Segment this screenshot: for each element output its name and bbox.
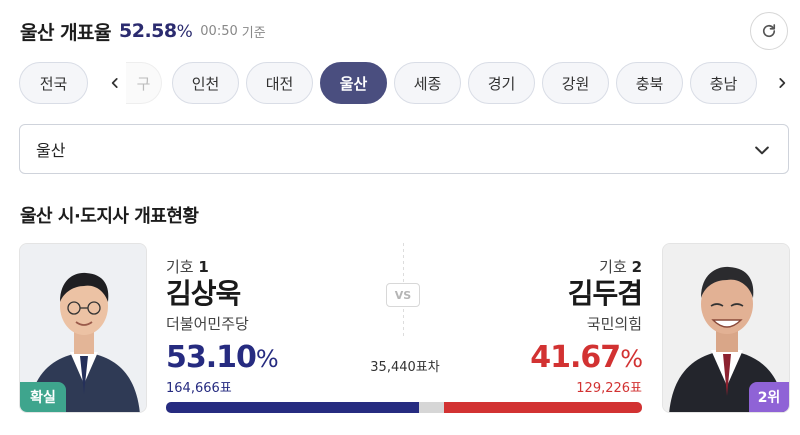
- update-time-suffix: 기준: [241, 25, 266, 41]
- region-tabs: 전국 구 인천 대전 울산 세종 경기 강원 충북 충남: [0, 60, 800, 106]
- region-chip[interactable]: 충남: [690, 62, 757, 104]
- candidate-2-percent-value: 41.67: [530, 340, 621, 375]
- region-chip[interactable]: 경기: [468, 62, 535, 104]
- candidate-1-percent: 53.10%: [166, 340, 279, 375]
- update-time: 00:50: [200, 23, 238, 39]
- region-select[interactable]: 울산: [19, 124, 789, 174]
- candidate-1-party: 더불어민주당: [166, 315, 249, 333]
- vote-share-bar-candidate-1: [166, 402, 419, 413]
- vote-share-bar: [166, 402, 642, 413]
- candidate-number-prefix: 기호: [166, 258, 194, 276]
- region-chip-national[interactable]: 전국: [19, 62, 88, 104]
- candidate-2-name: 김두겸: [567, 277, 643, 310]
- header: 울산 개표율 52.58% 00:50 기준: [20, 14, 266, 48]
- region-chip[interactable]: 인천: [172, 62, 239, 104]
- region-select-value: 울산: [36, 141, 66, 160]
- candidate-2-party: 국민의힘: [586, 315, 642, 333]
- vote-difference: 35,440표차: [370, 360, 440, 375]
- candidate-2-percent: 41.67%: [530, 340, 643, 375]
- percent-unit: %: [255, 345, 279, 373]
- count-rate: 52.58%: [119, 20, 193, 42]
- confirmed-badge: 확실: [20, 382, 66, 412]
- chevron-left-icon: [111, 78, 118, 88]
- count-rate-value: 52.58: [119, 20, 177, 42]
- candidate-2-photo: 2위: [662, 243, 790, 413]
- candidate-number-prefix: 기호: [599, 258, 627, 276]
- vote-share-bar-others: [418, 402, 444, 413]
- chevron-down-icon: [755, 146, 769, 155]
- candidate-2-number: 기호 2: [568, 256, 642, 277]
- region-chip[interactable]: 충북: [616, 62, 683, 104]
- refresh-button[interactable]: [750, 12, 788, 50]
- refresh-icon: [762, 24, 776, 38]
- section-title: 울산 시·도지사 개표현황: [20, 206, 199, 227]
- region-chip[interactable]: 세종: [394, 62, 461, 104]
- page-title: 울산 개표율: [20, 21, 112, 44]
- vs-badge: VS: [386, 283, 420, 307]
- chevron-right-icon: [779, 78, 786, 88]
- region-chip[interactable]: 강원: [542, 62, 609, 104]
- count-rate-unit: %: [176, 22, 193, 42]
- scroll-right-button[interactable]: [764, 62, 800, 104]
- candidate-number-value: 2: [631, 258, 642, 276]
- candidate-number-value: 1: [198, 258, 209, 276]
- candidate-2-info: 기호 2 김두겸 국민의힘: [567, 256, 643, 334]
- candidate-1-percent-value: 53.10: [166, 340, 257, 375]
- region-chip-partial[interactable]: 구: [126, 62, 162, 104]
- candidate-1-info: 기호 1 김상욱 더불어민주당: [166, 256, 249, 334]
- candidate-1-photo: 확실: [19, 243, 147, 413]
- candidate-1-name: 김상욱: [166, 277, 241, 310]
- rank-badge: 2위: [749, 382, 789, 412]
- vote-share-bar-candidate-2: [443, 402, 642, 413]
- region-chip[interactable]: 대전: [246, 62, 313, 104]
- percent-unit: %: [620, 345, 643, 373]
- candidate-1-votes: 164,666표: [166, 381, 232, 396]
- region-chip-active[interactable]: 울산: [320, 62, 387, 104]
- candidate-1-number: 기호 1: [166, 256, 249, 277]
- candidate-2-votes: 129,226표: [576, 381, 642, 396]
